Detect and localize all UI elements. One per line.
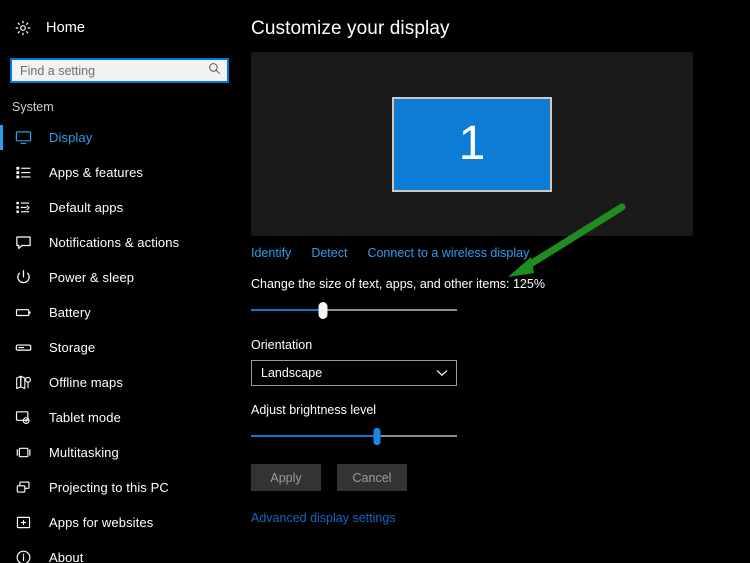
scale-slider[interactable] xyxy=(251,299,457,321)
sidebar-item-label: About xyxy=(49,550,84,563)
sidebar-item-label: Default apps xyxy=(49,200,124,215)
sidebar-home-button[interactable]: Home xyxy=(0,12,240,44)
detect-link[interactable]: Detect xyxy=(311,246,347,260)
sidebar-item-tablet-mode[interactable]: Tablet mode xyxy=(0,400,240,435)
main-content: Customize your display 1 Identify Detect… xyxy=(240,0,750,563)
sidebar-group-label: System xyxy=(12,100,54,114)
sidebar-item-storage[interactable]: Storage xyxy=(0,330,240,365)
page-title: Customize your display xyxy=(251,18,450,39)
search-icon[interactable] xyxy=(208,62,221,80)
sidebar-item-display[interactable]: Display xyxy=(0,120,240,155)
sidebar-item-apps-for-websites[interactable]: Apps for websites xyxy=(0,505,240,540)
sidebar-home-label: Home xyxy=(46,20,86,36)
sidebar: Home System Display xyxy=(0,0,240,563)
chevron-down-icon[interactable] xyxy=(436,364,448,382)
sidebar-item-projecting[interactable]: Projecting to this PC xyxy=(0,470,240,505)
sidebar-item-offline-maps[interactable]: Offline maps xyxy=(0,365,240,400)
battery-icon xyxy=(14,304,32,322)
brightness-slider[interactable] xyxy=(251,425,457,447)
orientation-label: Orientation xyxy=(251,338,313,352)
sidebar-item-multitasking[interactable]: Multitasking xyxy=(0,435,240,470)
sidebar-item-label: Battery xyxy=(49,305,91,320)
apps-websites-icon xyxy=(14,514,32,532)
settings-window: Home System Display xyxy=(0,0,750,563)
scale-slider-thumb[interactable] xyxy=(318,302,328,319)
sidebar-item-power-sleep[interactable]: Power & sleep xyxy=(0,260,240,295)
list-icon xyxy=(14,164,32,182)
search-box[interactable] xyxy=(10,58,229,83)
advanced-display-settings-link[interactable]: Advanced display settings xyxy=(251,511,396,525)
sidebar-item-notifications[interactable]: Notifications & actions xyxy=(0,225,240,260)
tablet-icon xyxy=(14,409,32,427)
display-actions-row: Identify Detect Connect to a wireless di… xyxy=(251,246,750,260)
sidebar-item-label: Projecting to this PC xyxy=(49,480,169,495)
orientation-value: Landscape xyxy=(261,366,323,380)
monitor-icon xyxy=(14,129,32,147)
display-preview-panel[interactable]: 1 xyxy=(251,52,693,236)
power-icon xyxy=(14,269,32,287)
monitor-preview-1[interactable]: 1 xyxy=(392,96,552,192)
apply-button[interactable]: Apply xyxy=(251,464,321,491)
gear-icon xyxy=(14,19,32,37)
sidebar-item-default-apps[interactable]: Default apps xyxy=(0,190,240,225)
default-apps-icon xyxy=(14,199,32,217)
orientation-dropdown[interactable]: Landscape xyxy=(251,360,457,386)
brightness-label: Adjust brightness level xyxy=(251,403,377,417)
sidebar-item-apps-features[interactable]: Apps & features xyxy=(0,155,240,190)
multitasking-icon xyxy=(14,444,32,462)
projecting-icon xyxy=(14,479,32,497)
sidebar-item-battery[interactable]: Battery xyxy=(0,295,240,330)
action-button-row: Apply Cancel xyxy=(251,464,750,491)
identify-link[interactable]: Identify xyxy=(251,246,291,260)
connect-wireless-display-link[interactable]: Connect to a wireless display xyxy=(367,246,529,260)
scale-label: Change the size of text, apps, and other… xyxy=(251,277,545,291)
monitor-number-label: 1 xyxy=(458,117,486,170)
sidebar-item-about[interactable]: About xyxy=(0,540,240,563)
sidebar-item-label: Tablet mode xyxy=(49,410,121,425)
brightness-slider-thumb[interactable] xyxy=(373,428,381,445)
sidebar-item-label: Notifications & actions xyxy=(49,235,180,250)
brightness-slider-fill xyxy=(251,435,377,437)
scale-slider-fill xyxy=(251,309,324,311)
sidebar-item-label: Apps for websites xyxy=(49,515,154,530)
storage-icon xyxy=(14,339,32,357)
sidebar-item-label: Power & sleep xyxy=(49,270,135,285)
cancel-button[interactable]: Cancel xyxy=(337,464,407,491)
search-input[interactable] xyxy=(20,60,208,81)
map-icon xyxy=(14,374,32,392)
info-icon xyxy=(14,549,32,563)
sidebar-item-label: Multitasking xyxy=(49,445,119,460)
notification-icon xyxy=(14,234,32,252)
sidebar-item-label: Apps & features xyxy=(49,165,143,180)
sidebar-item-label: Offline maps xyxy=(49,375,123,390)
sidebar-item-label: Display xyxy=(49,130,93,145)
sidebar-item-label: Storage xyxy=(49,340,96,355)
